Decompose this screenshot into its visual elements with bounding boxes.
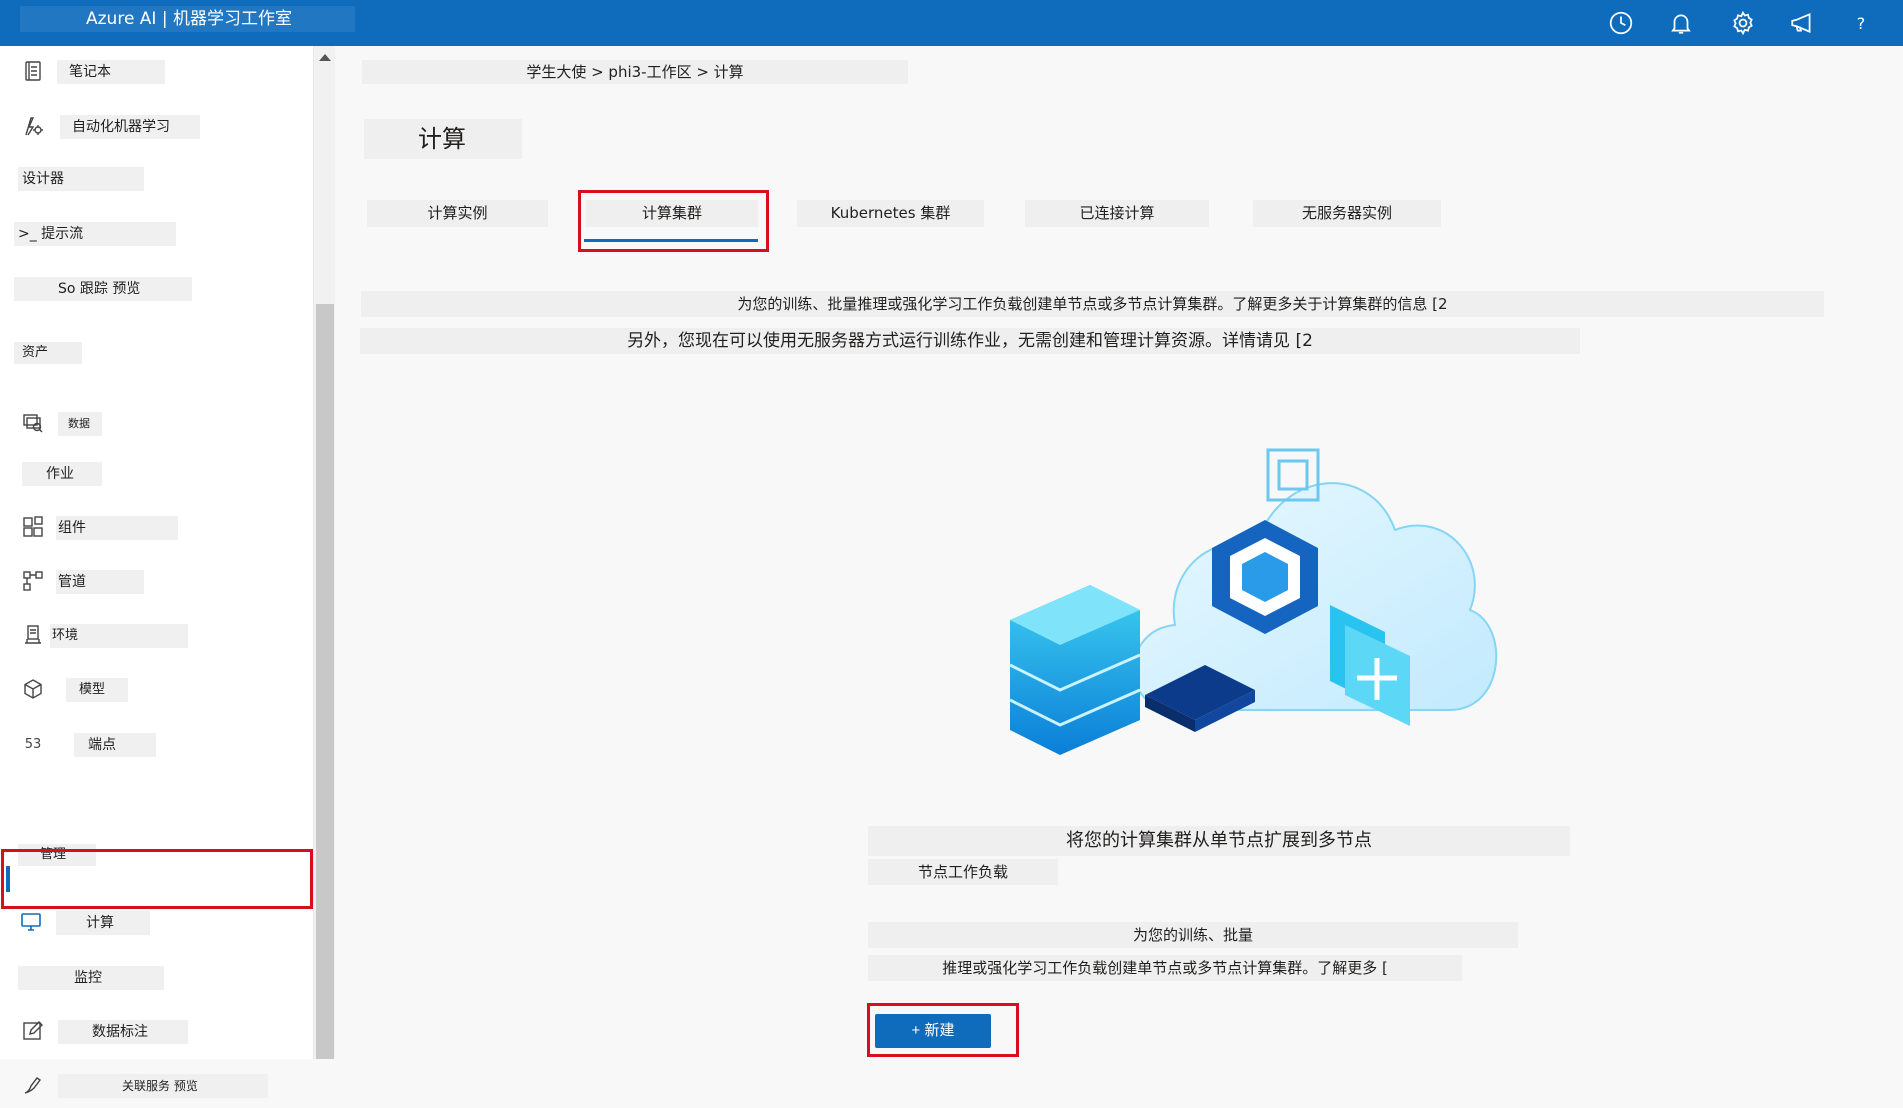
help-text: ? — [1856, 13, 1866, 33]
sidebar-item-label: 计算 — [56, 911, 150, 935]
components-icon — [20, 514, 46, 540]
selected-tab-highlight — [578, 190, 769, 252]
sidebar-item-endpoints[interactable]: 53 端点 — [0, 723, 313, 767]
empty-state-subtitle: 节点工作负载 — [868, 859, 1058, 885]
link-icon — [20, 1072, 46, 1098]
info-clusters: 为您的训练、批量推理或强化学习工作负载创建单节点或多节点计算集群。了解更多关于计… — [361, 291, 1824, 317]
top-bar: Azure AI | 机器学习工作室 ? — [0, 0, 1903, 46]
app-title[interactable]: Azure AI | 机器学习工作室 — [20, 6, 355, 32]
edit-icon — [20, 1018, 46, 1044]
tab-kubernetes-clusters[interactable]: Kubernetes 集群 — [797, 200, 984, 227]
help-icon[interactable]: ? — [1838, 0, 1884, 46]
scroll-up-arrow-icon[interactable] — [319, 54, 331, 61]
monitor-icon — [18, 909, 44, 935]
sidebar-item-linked[interactable]: 关联服务 预览 — [0, 1064, 313, 1108]
environment-icon — [20, 622, 46, 648]
sidebar-item-notebook[interactable]: 笔记本 — [0, 50, 313, 94]
sidebar-item-label: 作业 — [22, 462, 102, 486]
sidebar-item-label: 数据标注 — [58, 1020, 188, 1044]
notebook-icon — [20, 58, 46, 84]
pipeline-icon — [20, 568, 46, 594]
sidebar-item-label: 设计器 — [18, 167, 144, 191]
sidebar-item-label: 管道 — [56, 570, 144, 594]
empty-state-desc-2: 推理或强化学习工作负载创建单节点或多节点计算集群。了解更多 [ — [868, 955, 1462, 981]
sidebar-item-label: 自动化机器学习 — [60, 115, 200, 139]
endpoint-icon: 53 — [20, 731, 46, 757]
sidebar-item-tracing[interactable]: So 跟踪 预览 — [0, 267, 313, 311]
info-serverless: 另外，您现在可以使用无服务器方式运行训练作业，无需创建和管理计算资源。详情请见 … — [360, 328, 1580, 354]
selected-tab-underline — [584, 239, 758, 242]
clock-icon[interactable] — [1598, 0, 1644, 46]
sidebar-item-pipelines[interactable]: 管道 — [0, 560, 313, 604]
compute-illustration — [1009, 448, 1498, 755]
sidebar-item-labeling[interactable]: 数据标注 — [0, 1010, 313, 1054]
tab-serverless-instances[interactable]: 无服务器实例 — [1253, 200, 1441, 227]
bell-icon[interactable] — [1658, 0, 1704, 46]
sidebar-item-label: 组件 — [56, 516, 178, 540]
endpoint-badge: 53 — [24, 736, 42, 752]
megaphone-icon[interactable] — [1779, 0, 1825, 46]
selected-indicator — [6, 866, 10, 892]
sidebar-item-data[interactable]: 数据 — [0, 402, 313, 446]
gear-icon[interactable] — [1720, 0, 1766, 46]
sidebar-item-label: 环境 — [50, 624, 188, 648]
scroll-thumb[interactable] — [316, 304, 334, 1059]
sidebar-item-label: 关联服务 预览 — [58, 1074, 268, 1098]
sidebar-item-components[interactable]: 组件 — [0, 506, 313, 550]
empty-state-title: 将您的计算集群从单节点扩展到多节点 — [868, 826, 1570, 856]
empty-state-desc-1: 为您的训练、批量 — [868, 922, 1518, 948]
tab-attached-compute[interactable]: 已连接计算 — [1025, 200, 1209, 227]
sidebar-item-automl[interactable]: 自动化机器学习 — [0, 105, 313, 149]
sidebar-item-designer[interactable]: 设计器 — [0, 157, 313, 201]
section-assets: 资产 — [14, 342, 82, 364]
automl-icon — [20, 113, 46, 139]
page-title: 计算 — [364, 119, 522, 159]
model-cube-icon — [20, 676, 46, 702]
sidebar-item-label: 模型 — [66, 678, 128, 702]
breadcrumb[interactable]: 学生大使 > phi3-工作区 > 计算 — [362, 60, 908, 84]
sidebar-item-label: 数据 — [58, 412, 102, 436]
sidebar-item-monitoring[interactable]: 监控 — [0, 956, 313, 1000]
sidebar-item-label: So 跟踪 预览 — [14, 277, 192, 301]
sidebar-item-label: 监控 — [18, 966, 164, 990]
sidebar-item-jobs[interactable]: 作业 — [0, 452, 313, 496]
data-icon — [20, 410, 46, 436]
sidebar-item-label: 端点 — [74, 733, 156, 757]
sidebar-scrollbar[interactable] — [313, 46, 335, 1059]
new-button[interactable]: + 新建 — [875, 1014, 991, 1048]
sidebar-item-models[interactable]: 模型 — [0, 668, 313, 712]
sidebar-item-environments[interactable]: 环境 — [0, 614, 313, 658]
smiley-icon[interactable] — [1897, 0, 1903, 46]
tab-compute-instances[interactable]: 计算实例 — [367, 200, 548, 227]
sidebar-item-label: 笔记本 — [57, 60, 165, 84]
sidebar-item-promptflow[interactable]: >_ 提示流 — [0, 212, 313, 256]
sidebar-item-label: >_ 提示流 — [14, 222, 176, 246]
compute-highlight — [1, 849, 313, 909]
